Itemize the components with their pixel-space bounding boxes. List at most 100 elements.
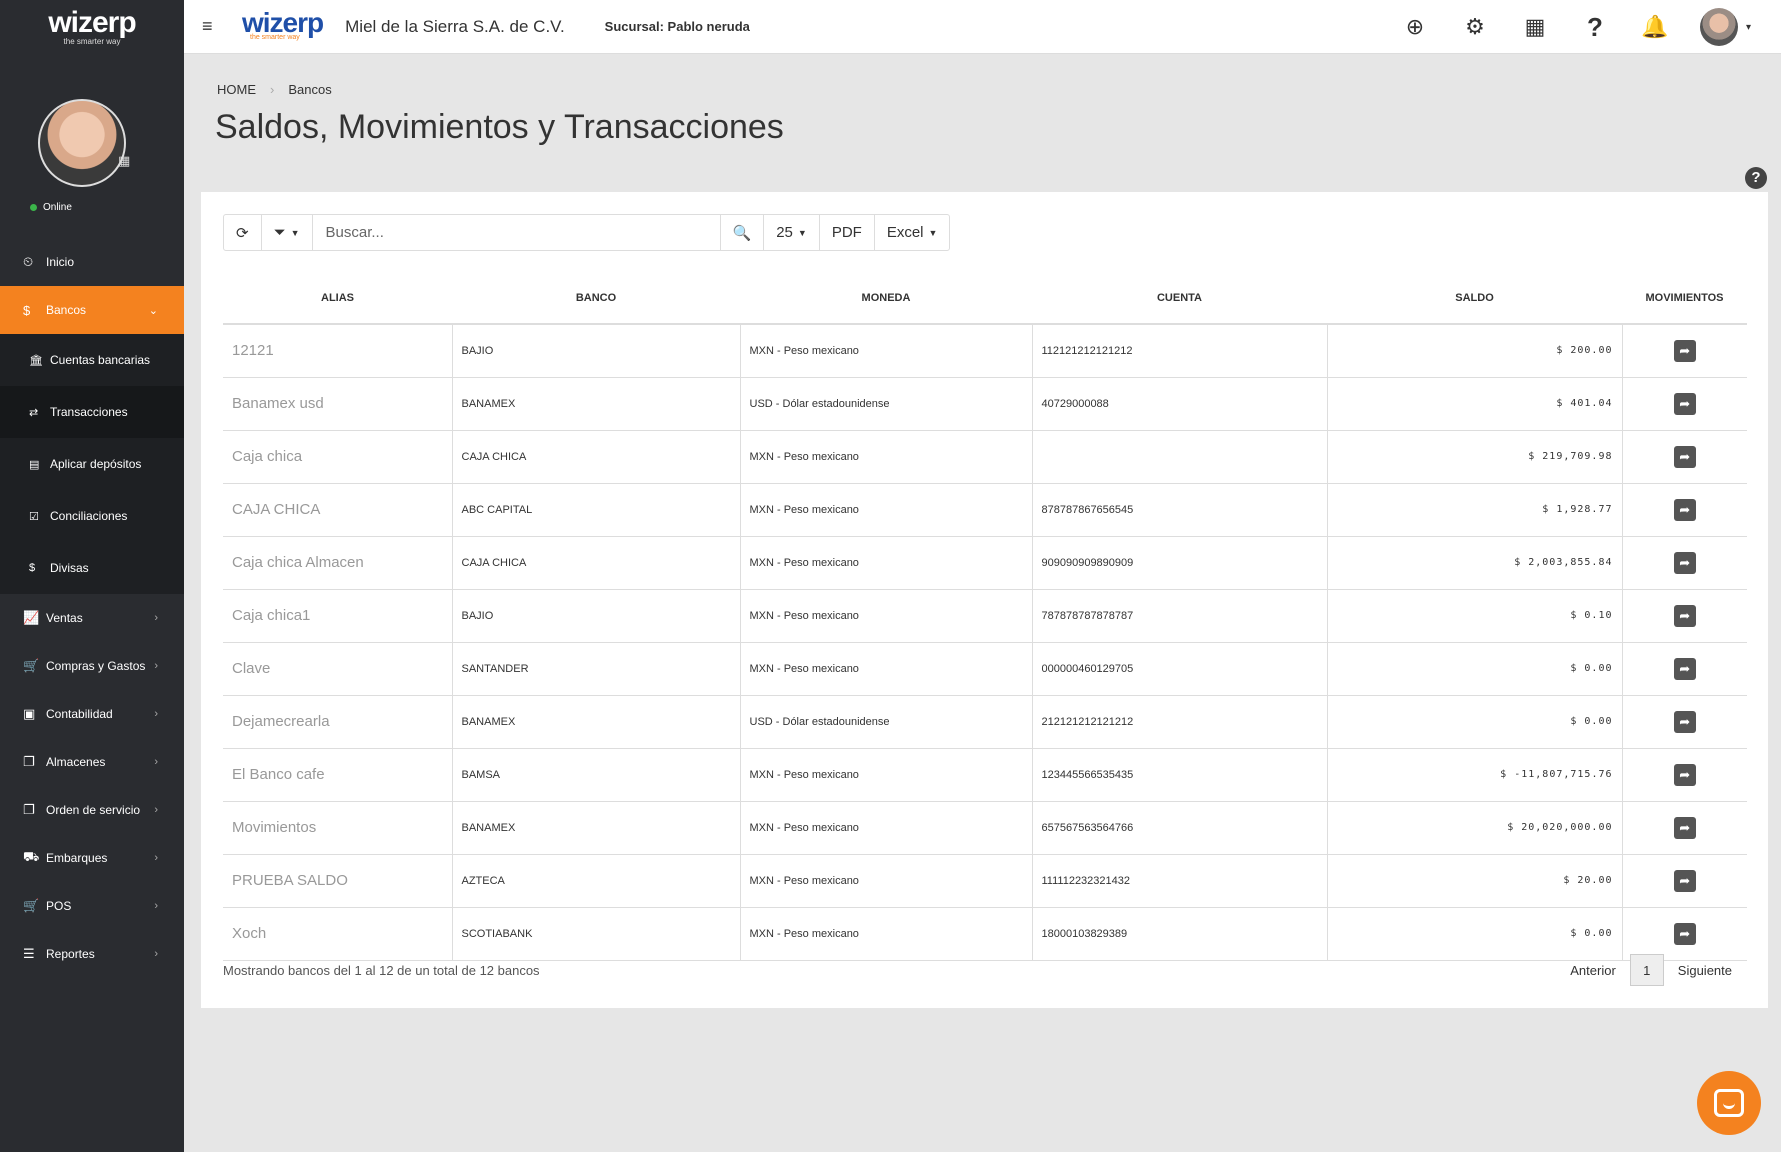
calendar-icon[interactable]: ▦ [1520,14,1550,40]
cell-saldo: $ -11,807,715.76 [1327,748,1623,802]
cell-banco: BAMSA [452,748,741,802]
table-row[interactable]: El Banco cafe BAMSA MXN - Peso mexicano 123… [223,748,1747,802]
table-row[interactable]: CAJA CHICA ABC CAPITAL MXN - Peso mexicano… [223,483,1747,537]
search-input[interactable] [312,215,721,250]
table-row[interactable]: Dejamecrearla BANAMEX USD - Dólar estadoun… [223,695,1747,749]
share-icon[interactable]: ➦ [1673,339,1696,362]
prev-page-button[interactable]: Anterior [1570,963,1616,978]
col-saldo[interactable]: SALDO [1327,272,1622,325]
sidebar-item-contabilidad[interactable]: ▣ Contabilidad › [0,690,184,738]
cell-movimientos: ➦ [1622,748,1747,802]
page-size-value: 25 [776,224,793,241]
search-icon: 🔍 [732,224,752,242]
sidebar-item-orden-de-servicio[interactable]: ❐ Orden de servicio › [0,786,184,834]
user-avatar[interactable] [1699,8,1738,46]
sidebar-item-almacenes[interactable]: ❐ Almacenes › [0,738,184,786]
cell-alias: El Banco cafe [223,748,453,802]
share-icon[interactable]: ➦ [1673,445,1696,468]
help-icon[interactable]: ? [1745,167,1767,189]
search-button[interactable]: 🔍 [721,215,765,250]
table-row[interactable]: Clave SANTANDER MXN - Peso mexicano 0000004… [223,642,1747,696]
pdf-button[interactable]: PDF [820,215,875,250]
sidebar-item-reportes[interactable]: ☰ Reportes › [0,930,184,978]
filter-button[interactable]: ⏷ ▼ [262,215,313,250]
share-icon[interactable]: ➦ [1673,392,1696,415]
plus-circle-icon[interactable]: ⊕ [1400,14,1430,40]
table-row[interactable]: 12121 BAJIO MXN - Peso mexicano 11212121212… [223,324,1747,378]
table-row[interactable]: PRUEBA SALDO AZTECA MXN - Peso mexicano 111… [223,854,1747,908]
sidebar-item-compras-y-gastos[interactable]: 🛒 Compras y Gastos › [0,642,184,690]
share-icon[interactable]: ➦ [1673,498,1696,521]
table-row[interactable]: Banamex usd BANAMEX USD - Dólar estadounid… [223,377,1747,431]
cell-alias: Movimientos [223,801,453,855]
chevron-right-icon: › [154,612,158,624]
table-row[interactable]: Movimientos BANAMEX MXN - Peso mexicano 657… [223,801,1747,855]
cell-moneda: MXN - Peso mexicano [740,854,1033,908]
sidebar-item-conciliaciones[interactable]: ☑ Conciliaciones [0,490,184,542]
sucursal-value[interactable]: Pablo neruda [668,19,750,34]
sidebar-item-cuentas-bancarias[interactable]: 🏛 Cuentas bancarias [0,334,184,386]
share-icon[interactable]: ➦ [1673,657,1696,680]
refresh-button[interactable]: ⟳ [224,215,262,250]
page-size-select[interactable]: 25 ▼ [764,215,820,250]
share-icon[interactable]: ➦ [1673,816,1696,839]
cell-cuenta: 112121212121212 [1032,324,1328,378]
share-icon[interactable]: ➦ [1673,551,1696,574]
table-row[interactable]: Caja chica1 BAJIO MXN - Peso mexicano 78787… [223,589,1747,643]
sidebar: wizerp the smarter way ▦ Online ⏲ Inicio $… [0,0,184,1152]
file-icon: ▤ [29,458,40,471]
cell-moneda: MXN - Peso mexicano [740,589,1033,643]
sidebar-logo[interactable]: wizerp the smarter way [0,0,184,54]
cell-banco: CAJA CHICA [452,430,741,484]
cell-movimientos: ➦ [1622,589,1747,643]
page-title: Saldos, Movimientos y Transacciones [215,108,784,146]
sucursal: Sucursal: Pablo neruda [605,19,750,34]
calendar-icon[interactable]: ▦ [118,153,130,169]
share-icon[interactable]: ➦ [1673,869,1696,892]
sidebar-item-divisas[interactable]: $ Divisas [0,542,184,594]
table-row[interactable]: Caja chica CAJA CHICA MXN - Peso mexicano $… [223,430,1747,484]
sidebar-tagline: the smarter way [63,36,121,46]
cell-alias: 12121 [223,324,453,378]
share-icon[interactable]: ➦ [1673,710,1696,733]
sidebar-item-bancos[interactable]: $ Bancos ⌄ [0,286,184,334]
sidebar-item-transacciones[interactable]: ⇄ Transacciones [0,386,184,438]
excel-button[interactable]: Excel ▼ [875,215,950,250]
cell-moneda: USD - Dólar estadounidense [740,377,1033,431]
gears-icon[interactable]: ⚙ [1460,14,1490,40]
col-alias[interactable]: ALIAS [223,272,452,325]
share-icon[interactable]: ➦ [1673,922,1696,945]
sidebar-item-label: Transacciones [50,405,128,419]
cell-alias: Caja chica1 [223,589,453,643]
bell-icon[interactable]: 🔔 [1640,14,1670,40]
cell-movimientos: ➦ [1622,801,1747,855]
question-icon[interactable]: ? [1580,12,1610,43]
sidebar-item-embarques[interactable]: ⛟ Embarques › [0,834,184,882]
col-moneda[interactable]: MONEDA [740,272,1032,325]
hamburger-icon[interactable]: ≡ [202,16,222,37]
cell-cuenta: 111112232321432 [1032,854,1328,908]
cell-cuenta: 878787867656545 [1032,483,1328,537]
share-icon[interactable]: ➦ [1673,763,1696,786]
sidebar-item-pos[interactable]: 🛒 POS › [0,882,184,930]
cell-moneda: USD - Dólar estadounidense [740,695,1033,749]
sidebar-item-aplicar-depósitos[interactable]: ▤ Aplicar depósitos [0,438,184,490]
sidebar-item-ventas[interactable]: 📈 Ventas › [0,594,184,642]
next-page-button[interactable]: Siguiente [1678,963,1732,978]
chat-button[interactable] [1697,1071,1761,1135]
banks-panel: ⟳ ⏷▼ 🔍 25▼ PDF Excel▼ ALIAS BANCO MONEDA… [201,192,1768,1008]
col-cuenta[interactable]: CUENTA [1032,272,1327,325]
table-row[interactable]: Caja chica Almacen CAJA CHICA MXN - Peso m… [223,536,1747,590]
bancos-submenu: 🏛 Cuentas bancarias ⇄ Transacciones ▤ Aplicar… [0,334,184,594]
sidebar-item-label: Conciliaciones [50,509,128,523]
col-banco[interactable]: BANCO [452,272,740,325]
chevron-down-icon[interactable]: ▾ [1746,22,1751,33]
topbar-logo[interactable]: wizerp the smarter way [242,9,324,42]
breadcrumb-home[interactable]: HOME [217,82,256,97]
share-icon[interactable]: ➦ [1673,604,1696,627]
avatar[interactable] [38,99,126,187]
page-1-button[interactable]: 1 [1629,954,1664,986]
cell-movimientos: ➦ [1622,854,1747,908]
table-row[interactable]: Xoch SCOTIABANK MXN - Peso mexicano 1800010… [223,907,1747,961]
sidebar-item-inicio[interactable]: ⏲ Inicio [0,238,184,286]
